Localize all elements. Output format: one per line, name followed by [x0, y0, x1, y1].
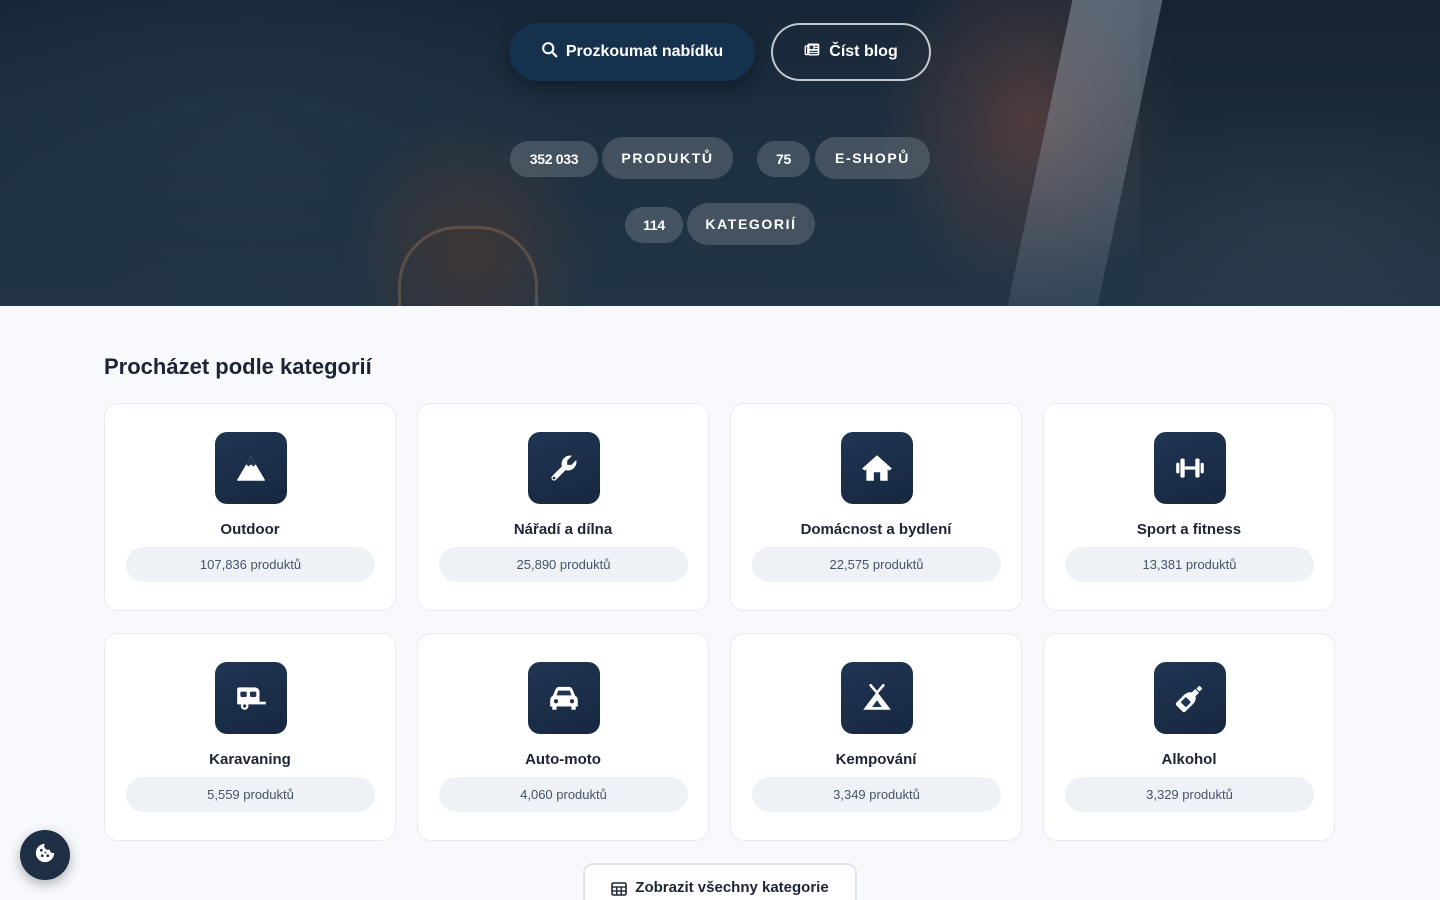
show-all-categories-label: Zobrazit všechny kategorie [635, 879, 829, 896]
car-icon [528, 662, 600, 734]
search-icon [541, 41, 558, 63]
newspaper-icon [804, 41, 821, 63]
category-name: Domácnost a bydlení [800, 521, 952, 538]
category-count-badge: 25,890 produktů [439, 547, 688, 582]
table-icon [611, 879, 628, 900]
category-card-tools[interactable]: Nářadí a dílna 25,890 produktů [417, 403, 709, 611]
category-card-outdoor[interactable]: Outdoor 107,836 produktů [104, 403, 396, 611]
category-name: Outdoor [220, 521, 280, 538]
stat-categories-label: KATEGORIÍ [687, 203, 815, 245]
stat-eshops-label: E-SHOPŮ [815, 137, 930, 179]
category-name: Alkohol [1161, 751, 1217, 768]
stat-categories-value: 114 [625, 207, 683, 243]
category-count-badge: 4,060 produktů [439, 777, 688, 812]
cookie-settings-button[interactable] [20, 830, 70, 880]
category-count-badge: 3,329 produktů [1065, 777, 1314, 812]
category-count-badge: 22,575 produktů [752, 547, 1001, 582]
category-name: Nářadí a dílna [513, 521, 613, 538]
categories-section-title: Procházet podle kategorií [104, 354, 372, 379]
wrench-icon [528, 432, 600, 504]
explore-offer-button[interactable]: Prozkoumat nabídku [509, 23, 755, 81]
category-count-badge: 107,836 produktů [126, 547, 375, 582]
house-icon [841, 432, 913, 504]
mountain-icon [215, 432, 287, 504]
show-all-categories-button[interactable]: Zobrazit všechny kategorie [583, 863, 857, 900]
category-card-home[interactable]: Domácnost a bydlení 22,575 produktů [730, 403, 1022, 611]
read-blog-label: Číst blog [829, 43, 898, 60]
stat-products-value: 352 033 [510, 141, 598, 177]
dumbbell-icon [1154, 432, 1226, 504]
tent-icon [841, 662, 913, 734]
category-count-badge: 13,381 produktů [1065, 547, 1314, 582]
read-blog-button[interactable]: Číst blog [771, 23, 931, 81]
category-card-sport[interactable]: Sport a fitness 13,381 produktů [1043, 403, 1335, 611]
category-count-badge: 5,559 produktů [126, 777, 375, 812]
hero-background-jacket [1140, 0, 1440, 306]
stat-eshops-value: 75 [757, 141, 810, 177]
category-name: Karavaning [209, 751, 291, 768]
category-name: Auto-moto [525, 751, 601, 768]
hero-banner: Prozkoumat nabídku Číst blog 352 033 PRO… [0, 0, 1440, 306]
category-card-camping[interactable]: Kempování 3,349 produktů [730, 633, 1022, 841]
category-card-caravan[interactable]: Karavaning 5,559 produktů [104, 633, 396, 841]
category-count-badge: 3,349 produktů [752, 777, 1001, 812]
cookie-icon [34, 842, 56, 869]
category-name: Sport a fitness [1136, 521, 1242, 538]
explore-offer-label: Prozkoumat nabídku [565, 43, 724, 60]
category-name: Kempování [835, 751, 917, 768]
category-card-auto[interactable]: Auto-moto 4,060 produktů [417, 633, 709, 841]
hero-background-glass [398, 226, 538, 306]
stat-products-label: PRODUKTŮ [602, 137, 733, 179]
caravan-icon [215, 662, 287, 734]
bottle-icon [1154, 662, 1226, 734]
category-card-alcohol[interactable]: Alkohol 3,329 produktů [1043, 633, 1335, 841]
